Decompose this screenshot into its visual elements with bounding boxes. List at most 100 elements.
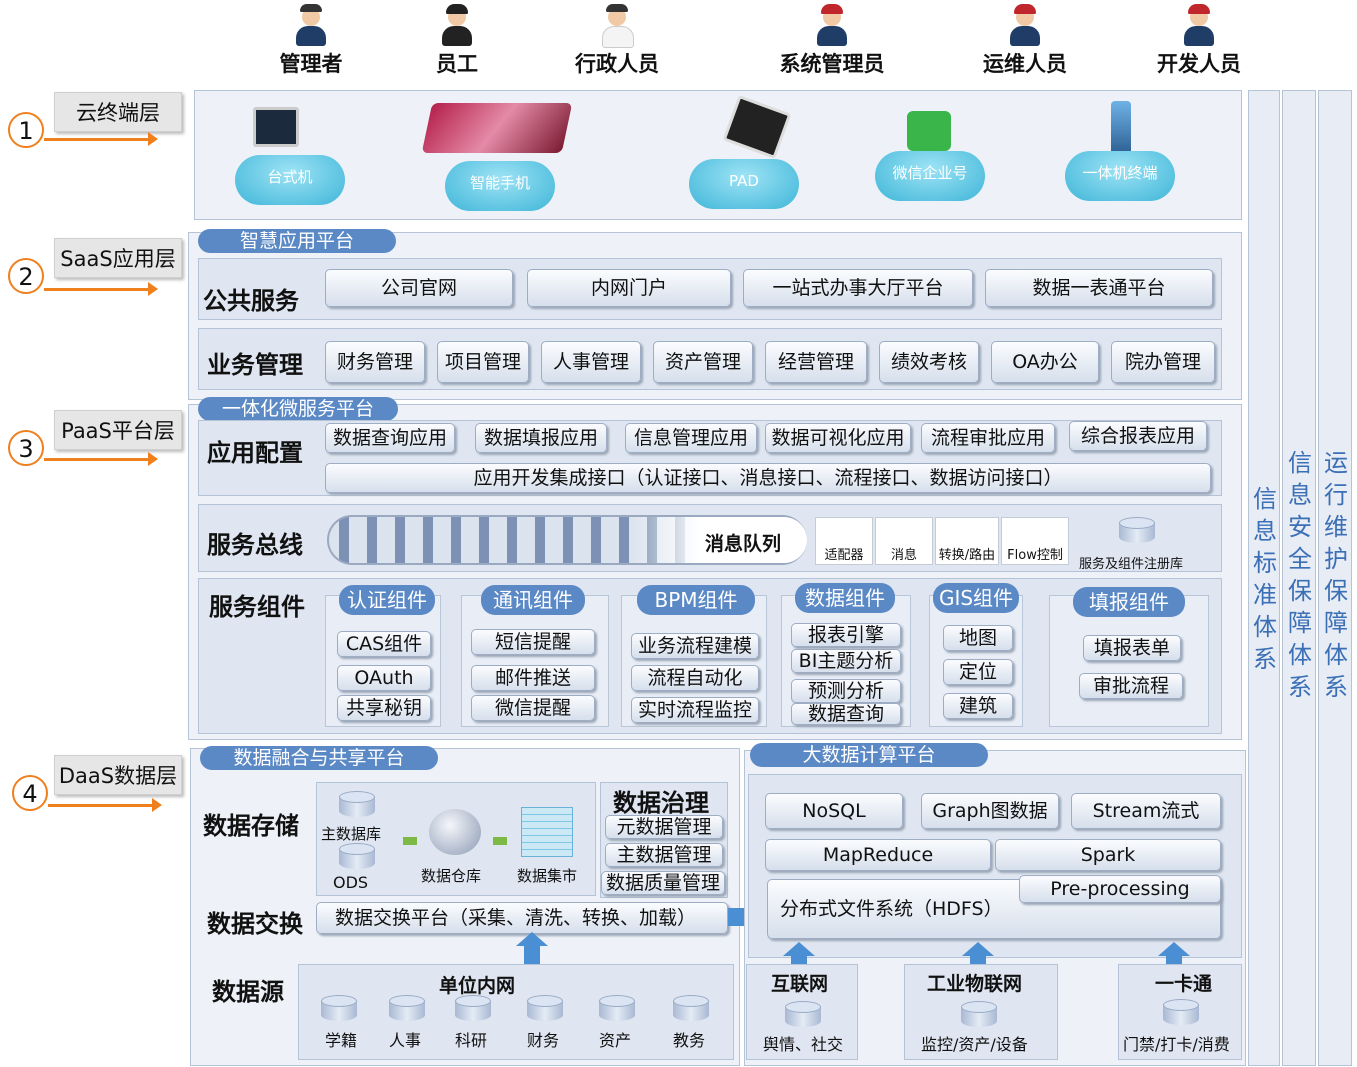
bigdata-item[interactable]: Graph图数据 bbox=[921, 793, 1059, 829]
component-item[interactable]: CAS组件 bbox=[337, 631, 431, 657]
arrow-icon bbox=[44, 452, 158, 466]
person-icon bbox=[1010, 2, 1040, 46]
microservice-platform-title: 一体化微服务平台 bbox=[198, 397, 398, 421]
component-item[interactable]: OAuth bbox=[337, 665, 431, 691]
bigdata-item[interactable]: Spark bbox=[995, 839, 1221, 871]
master-db-icon bbox=[339, 791, 375, 819]
governance-item[interactable]: 数据质量管理 bbox=[601, 871, 725, 895]
person-icon bbox=[1184, 2, 1214, 46]
gis-component-title: GIS组件 bbox=[933, 583, 1019, 613]
bigdata-item[interactable]: MapReduce bbox=[765, 839, 991, 871]
data-exchange-platform[interactable]: 数据交换平台（采集、清洗、转换、加载） bbox=[316, 902, 728, 934]
component-item[interactable]: 定位 bbox=[943, 659, 1013, 685]
business-mgmt-item[interactable]: 人事管理 bbox=[541, 341, 641, 383]
component-item[interactable]: 预测分析 bbox=[791, 679, 901, 703]
data-source-title: 数据源 bbox=[212, 978, 284, 1006]
public-service-item[interactable]: 一站式办事大厅平台 bbox=[743, 269, 973, 307]
governance-item[interactable]: 主数据管理 bbox=[605, 843, 723, 867]
component-item[interactable]: 报表引擎 bbox=[791, 623, 901, 647]
cloud-terminal-panel: 台式机 智能手机 PAD 微信企业号 一体机终端 bbox=[194, 90, 1242, 220]
role-sysadmin: 系统管理员 bbox=[777, 2, 887, 78]
kiosk-icon bbox=[1111, 101, 1131, 157]
app-config-item[interactable]: 信息管理应用 bbox=[625, 423, 757, 453]
smartphone-icon bbox=[421, 103, 573, 153]
iot-box: 工业物联网 监控/资产/设备 bbox=[904, 964, 1058, 1060]
person-icon bbox=[817, 2, 847, 46]
db-icon bbox=[673, 995, 709, 1023]
layer-number-4: 4 bbox=[12, 775, 48, 811]
component-item[interactable]: 填报表单 bbox=[1083, 635, 1181, 661]
data-mart-label: 数据集市 bbox=[517, 867, 578, 885]
data-storage-title: 数据存储 bbox=[203, 812, 299, 840]
service-components-row: 服务组件 认证组件 CAS组件 OAuth 共享秘钥 通讯组件 短信提醒 邮件推… bbox=[198, 578, 1222, 734]
bpm-component-title: BPM组件 bbox=[637, 585, 755, 615]
governance-item[interactable]: 元数据管理 bbox=[605, 815, 723, 839]
public-service-item[interactable]: 数据一表通平台 bbox=[985, 269, 1213, 307]
master-db-label: 主数据库 bbox=[321, 825, 382, 843]
source-item: 科研 bbox=[455, 1031, 488, 1050]
component-item[interactable]: 数据查询 bbox=[791, 703, 901, 725]
component-item[interactable]: 流程自动化 bbox=[631, 665, 759, 691]
data-exchange-title: 数据交换 bbox=[207, 910, 303, 938]
component-item[interactable]: 微信提醒 bbox=[471, 695, 595, 721]
db-icon bbox=[785, 1001, 821, 1029]
layer-tag-paas: PaaS平台层 bbox=[54, 410, 182, 450]
db-icon bbox=[1163, 999, 1199, 1027]
db-icon bbox=[599, 995, 635, 1023]
terminal-desktop: 台式机 bbox=[235, 155, 345, 205]
message-queue-bar: 消息队列 bbox=[327, 515, 807, 565]
component-item[interactable]: 邮件推送 bbox=[471, 665, 595, 691]
layer-tag-daas: DaaS数据层 bbox=[54, 755, 182, 795]
person-icon bbox=[296, 2, 326, 46]
comm-component-title: 通讯组件 bbox=[481, 585, 585, 615]
arrow-icon bbox=[403, 837, 417, 845]
business-mgmt-item[interactable]: 经营管理 bbox=[765, 341, 867, 383]
person-icon bbox=[602, 2, 634, 48]
internet-title: 互联网 bbox=[771, 973, 829, 995]
app-config-item[interactable]: 数据查询应用 bbox=[325, 423, 455, 453]
business-mgmt-item[interactable]: OA办公 bbox=[991, 341, 1099, 383]
app-config-item[interactable]: 数据可视化应用 bbox=[765, 423, 911, 453]
component-item[interactable]: 建筑 bbox=[943, 693, 1013, 719]
service-bus-row: 服务总线 消息队列 适配器 消息 转换/路由 Flow控制 服务及组件注册库 bbox=[198, 504, 1222, 572]
db-icon bbox=[961, 1001, 997, 1029]
component-item[interactable]: 实时流程监控 bbox=[631, 697, 759, 723]
smart-app-platform-title: 智慧应用平台 bbox=[198, 229, 396, 253]
ods-db-icon bbox=[339, 843, 375, 871]
registry-db-icon bbox=[1119, 517, 1155, 545]
business-mgmt-item[interactable]: 项目管理 bbox=[437, 341, 529, 383]
info-standard-label: 信息标准体系 bbox=[1253, 485, 1277, 673]
component-item[interactable]: 共享秘钥 bbox=[337, 695, 431, 721]
source-item: 学籍 bbox=[325, 1031, 358, 1050]
card-label: 门禁/打卡/消费 bbox=[1123, 1035, 1230, 1054]
layer-number-1: 1 bbox=[8, 112, 44, 148]
bigdata-item[interactable]: Pre-processing bbox=[1019, 875, 1221, 903]
role-ops: 运维人员 bbox=[970, 2, 1080, 78]
app-config-item[interactable]: 综合报表应用 bbox=[1069, 421, 1207, 451]
component-item[interactable]: 业务流程建模 bbox=[631, 633, 759, 659]
public-service-title: 公共服务 bbox=[203, 287, 299, 315]
card-box: 一卡通 门禁/打卡/消费 bbox=[1118, 964, 1242, 1060]
info-security-label: 信息安全保障体系 bbox=[1288, 449, 1312, 701]
business-mgmt-title: 业务管理 bbox=[207, 351, 303, 379]
business-mgmt-item[interactable]: 资产管理 bbox=[653, 341, 753, 383]
component-item[interactable]: 地图 bbox=[943, 625, 1013, 651]
layer-tag-saas: SaaS应用层 bbox=[54, 238, 182, 278]
business-mgmt-item[interactable]: 绩效考核 bbox=[879, 341, 979, 383]
message-queue-label: 消息队列 bbox=[705, 533, 782, 555]
app-config-item[interactable]: 流程审批应用 bbox=[921, 423, 1055, 453]
internet-box: 互联网 舆情、社交 bbox=[746, 964, 858, 1060]
app-config-item[interactable]: 数据填报应用 bbox=[475, 423, 607, 453]
component-item[interactable]: 短信提醒 bbox=[471, 629, 595, 655]
public-service-item[interactable]: 内网门户 bbox=[527, 269, 731, 307]
component-item[interactable]: BI主题分析 bbox=[791, 649, 901, 673]
bigdata-item[interactable]: NoSQL bbox=[765, 793, 903, 829]
source-item: 教务 bbox=[673, 1031, 706, 1050]
public-service-item[interactable]: 公司官网 bbox=[325, 269, 513, 307]
intranet-box: 单位内网 学籍 人事 科研 财务 资产 教务 bbox=[298, 964, 734, 1060]
component-item[interactable]: 审批流程 bbox=[1079, 673, 1183, 699]
business-mgmt-item[interactable]: 院办管理 bbox=[1111, 341, 1215, 383]
bigdata-item[interactable]: Stream流式 bbox=[1071, 793, 1221, 829]
business-mgmt-item[interactable]: 财务管理 bbox=[325, 341, 425, 383]
integration-interface[interactable]: 应用开发集成接口（认证接口、消息接口、流程接口、数据访问接口） bbox=[325, 463, 1211, 493]
